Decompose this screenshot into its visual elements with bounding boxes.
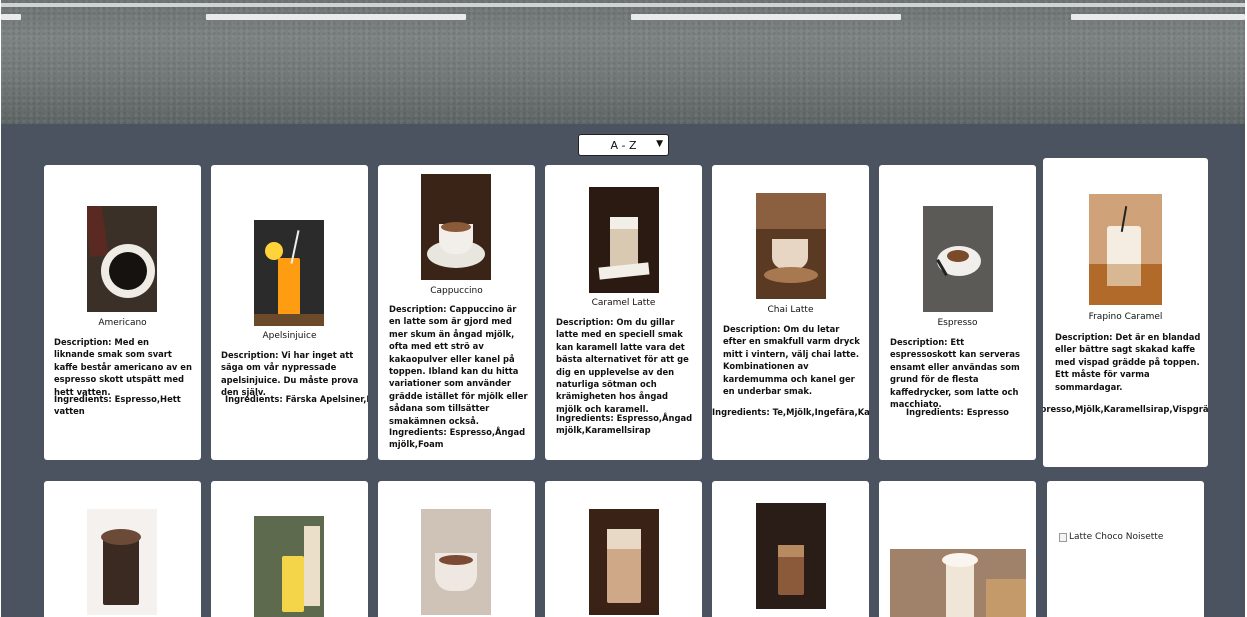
- product-name: Frapino Caramel: [1088, 312, 1163, 322]
- product-card[interactable]: Caramel Latte Description: Om du gillar …: [545, 165, 702, 460]
- product-name: Apelsinjuice: [262, 331, 317, 341]
- product-description: Description: Vi har inget att säga om vå…: [221, 350, 359, 398]
- product-photo: [1089, 194, 1162, 305]
- product-ingredients: Ingredients: Te,Mjölk,Ingefära,Kardemumm…: [712, 407, 869, 417]
- product-name: Americano: [98, 318, 147, 328]
- product-name: Espresso: [937, 318, 978, 328]
- broken-image-icon: [1059, 532, 1067, 542]
- product-ingredients: Ingredients: Färska Apelsiner,Is: [225, 394, 368, 404]
- product-card[interactable]: [378, 481, 535, 617]
- product-description: Description: Cappuccino är en latte som …: [389, 304, 528, 426]
- product-description: Description: Det är en blandad eller bät…: [1055, 332, 1201, 392]
- product-ingredients: Ingredients: Espresso: [906, 407, 1009, 417]
- product-photo: [421, 509, 491, 615]
- product-card[interactable]: [545, 481, 702, 617]
- product-photo: [589, 509, 659, 615]
- product-card[interactable]: Cappuccino Description: Cappuccino är en…: [378, 165, 535, 460]
- product-ingredients: Ingredients: Espresso,Ångad mjölk,Karame…: [556, 413, 693, 436]
- product-card[interactable]: [879, 481, 1036, 617]
- sort-order-select[interactable]: A - Z ▼: [578, 134, 669, 156]
- product-name: Chai Latte: [767, 305, 814, 315]
- product-description: Description: Ett espressoskott kan serve…: [890, 337, 1021, 410]
- product-photo: [421, 174, 491, 280]
- product-card[interactable]: [211, 481, 368, 617]
- product-photo: [890, 549, 1026, 617]
- sort-order-value: A - Z: [610, 138, 637, 152]
- product-name: Cappuccino: [430, 286, 483, 296]
- product-description: Description: Om du gillar latte med en s…: [556, 317, 689, 414]
- product-photo: [589, 187, 659, 293]
- product-photo: [923, 206, 993, 312]
- product-card[interactable]: Apelsinjuice Description: Vi har inget a…: [211, 165, 368, 460]
- product-card[interactable]: Frapino Caramel Description: Det är en b…: [1043, 158, 1208, 467]
- product-card[interactable]: [712, 481, 869, 617]
- chevron-down-icon: ▼: [656, 139, 663, 149]
- page-frame: A - Z ▼ Americano Description: Med en li…: [1, 0, 1245, 617]
- product-card[interactable]: Chai Latte Description: Om du letar efte…: [712, 165, 869, 460]
- product-card[interactable]: [44, 481, 201, 617]
- product-photo: [254, 220, 324, 326]
- product-name: Caramel Latte: [591, 298, 656, 308]
- product-card[interactable]: Espresso Description: Ett espressoskott …: [879, 165, 1036, 460]
- product-card[interactable]: Americano Description: Med en liknande s…: [44, 165, 201, 460]
- product-card[interactable]: Latte Choco Noisette: [1047, 481, 1204, 617]
- broken-image-alt-text: Latte Choco Noisette: [1069, 532, 1164, 542]
- product-photo: [87, 509, 157, 615]
- product-photo: [254, 516, 324, 617]
- product-description: Description: Med en liknande smak som sv…: [54, 337, 192, 397]
- product-ingredients: Ingredients: Espresso,Hett vatten: [54, 394, 181, 417]
- product-photo: [87, 206, 157, 312]
- hero-banner-image: [1, 0, 1245, 124]
- broken-image-placeholder: Latte Choco Noisette: [1059, 532, 1163, 542]
- product-ingredients: Ingredients: Espresso,Ångad mjölk,Foam: [389, 427, 526, 450]
- product-description: Description: Om du letar efter en smakfu…: [723, 324, 860, 397]
- product-photo: [756, 193, 826, 299]
- product-ingredients: Ingredients: Espresso,Mjölk,Karamellsira…: [1043, 404, 1208, 414]
- product-photo: [756, 503, 826, 609]
